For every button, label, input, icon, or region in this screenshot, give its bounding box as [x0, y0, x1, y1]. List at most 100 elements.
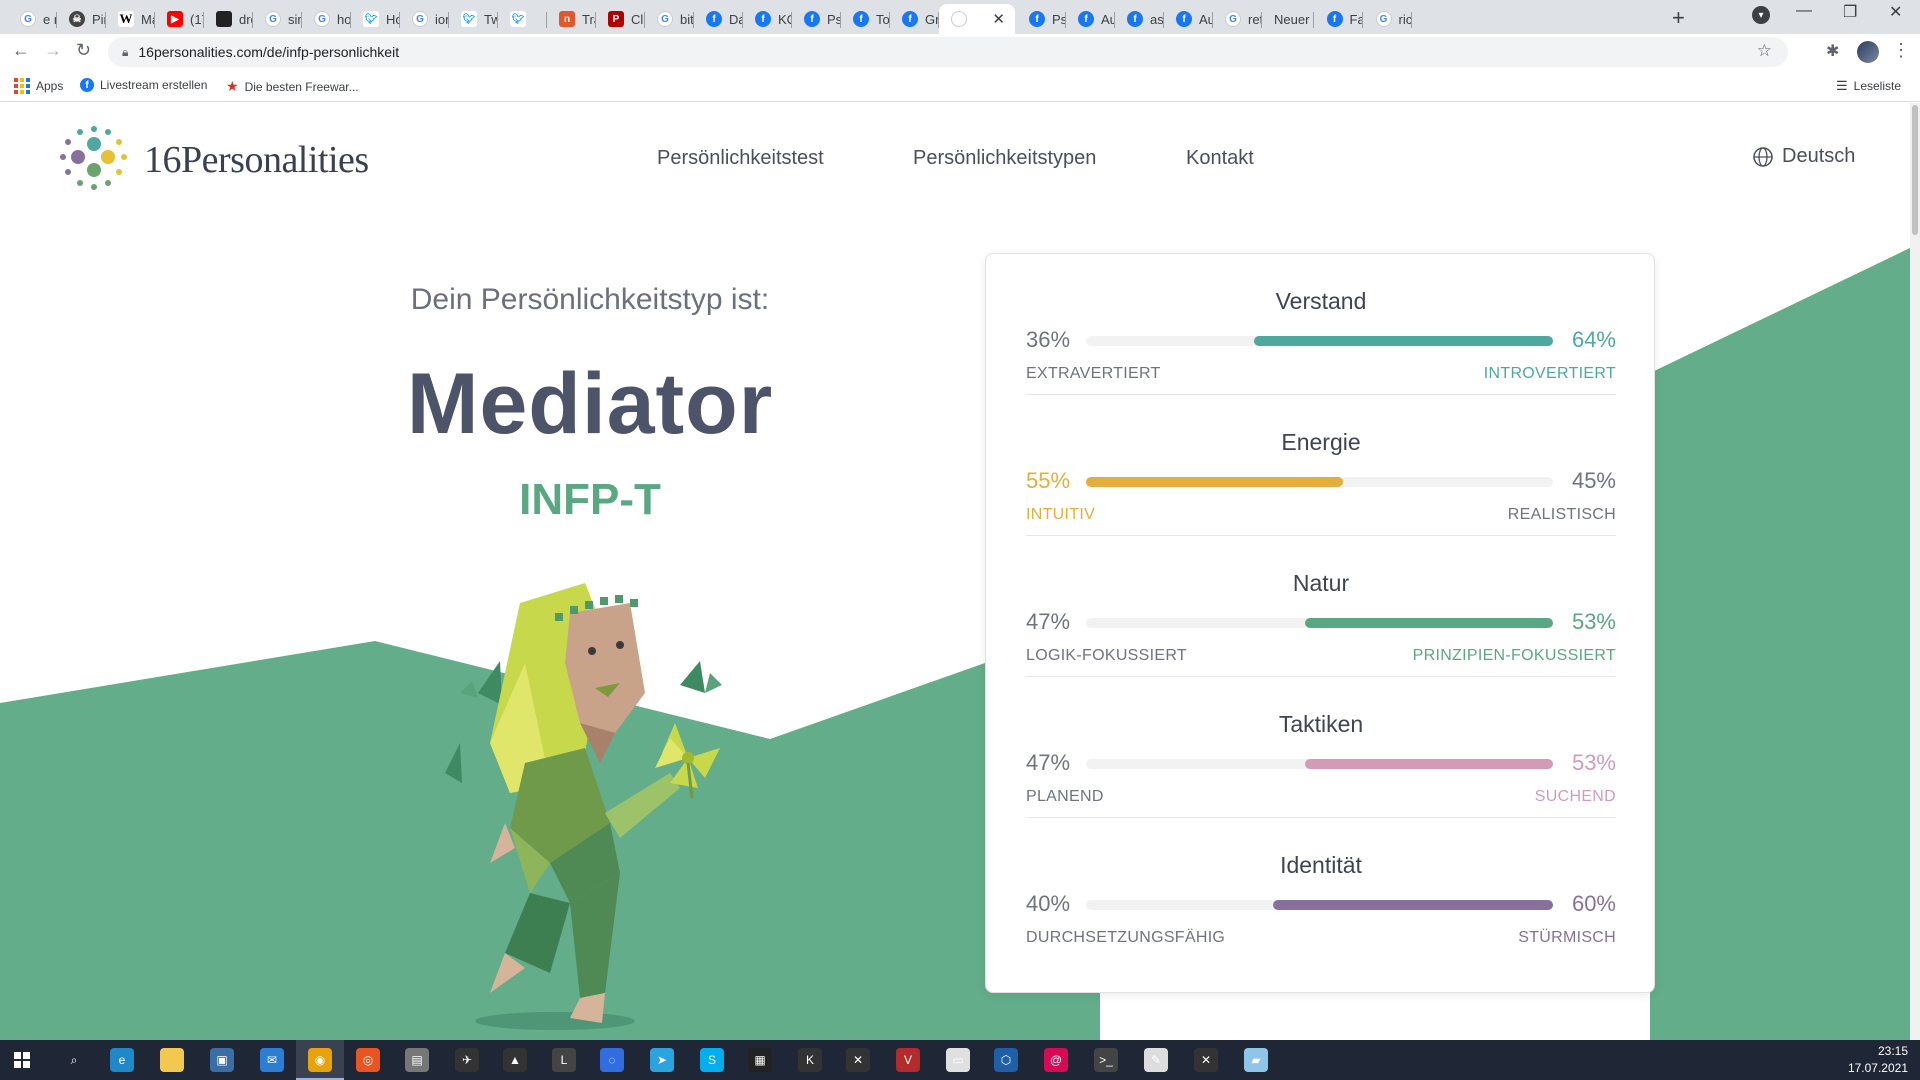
reload-icon[interactable]: ↻: [76, 40, 91, 61]
forward-icon[interactable]: →: [44, 40, 62, 61]
browser-tab[interactable]: 🐦︎ Hor: [351, 4, 400, 34]
game-icon[interactable]: ✈: [455, 1048, 479, 1072]
console-icon[interactable]: >_: [1094, 1048, 1118, 1072]
browser-tab[interactable]: f Fac: [1315, 4, 1363, 34]
browser-tab[interactable]: Gion: [400, 4, 449, 34]
terminal-matrix-icon[interactable]: ▦: [748, 1048, 772, 1072]
browser-tab[interactable]: f Aut: [1066, 4, 1115, 34]
browser-tab[interactable]: f Tor: [841, 4, 890, 34]
reading-list[interactable]: ☰ Leseliste: [1836, 78, 1901, 94]
tab-active[interactable]: • ✕: [939, 4, 1015, 34]
browser-tab[interactable]: Gsim: [253, 4, 302, 34]
live-icon[interactable]: L: [552, 1048, 576, 1072]
nav-personality-test[interactable]: Persönlichkeitstest: [657, 147, 824, 170]
chrome-icon[interactable]: ◉: [308, 1048, 332, 1072]
browser-tab[interactable]: ▶ (17(: [155, 4, 204, 34]
browser-tab[interactable]: W Ma: [106, 4, 155, 34]
orange-icon: n: [559, 11, 575, 27]
browser-tab[interactable]: f Dar: [694, 4, 743, 34]
voicemeeter-icon[interactable]: V: [896, 1048, 920, 1072]
address-bar[interactable]: 🔒︎ 16personalities.com/de/infp-personlic…: [108, 37, 1788, 67]
trait-bar-fill: [1086, 477, 1343, 487]
tab-label: sim: [288, 11, 302, 27]
browser-tab[interactable]: Grich: [1364, 4, 1412, 34]
restore-icon[interactable]: ❐: [1843, 2, 1857, 22]
inkscape-icon[interactable]: ▲: [503, 1048, 527, 1072]
mail-icon[interactable]: ✉: [260, 1048, 284, 1072]
scrollbar-thumb[interactable]: [1912, 105, 1918, 235]
browser-tab[interactable]: f Psy: [792, 4, 841, 34]
close-window-icon[interactable]: ✕: [1889, 2, 1902, 22]
browser-tab[interactable]: fasp: [1115, 4, 1164, 34]
telegram-icon[interactable]: ➤: [650, 1048, 674, 1072]
tab-label: reto: [1248, 11, 1262, 27]
file-explorer-icon[interactable]: [160, 1048, 184, 1072]
kali-icon[interactable]: K: [798, 1048, 822, 1072]
tab-label: Pira: [92, 11, 106, 27]
x-app-icon[interactable]: ✕: [1194, 1048, 1218, 1072]
browser-tab[interactable]: Ge m: [8, 4, 57, 34]
back-icon[interactable]: ←: [12, 40, 30, 61]
close-tab-icon[interactable]: ✕: [992, 10, 1005, 28]
window-app-icon[interactable]: ▭: [946, 1048, 970, 1072]
site-logo[interactable]: 16Personalities: [56, 123, 369, 197]
skype-icon[interactable]: S: [700, 1048, 724, 1072]
browser-tab[interactable]: f Gru: [890, 4, 939, 34]
bookmark-freeware[interactable]: ★ Die besten Freewar...: [226, 78, 359, 95]
windows-start-icon[interactable]: [14, 1052, 30, 1068]
lock-icon[interactable]: 🔒︎: [122, 45, 128, 60]
bookmark-livestream[interactable]: f Livestream erstellen: [80, 78, 207, 92]
browser-tab[interactable]: 🐦︎: [498, 4, 547, 34]
new-tab-icon[interactable]: +: [1672, 5, 1685, 31]
trait-left-percent: 40%: [1026, 891, 1071, 916]
page-scrollbar[interactable]: [1910, 103, 1920, 1040]
extensions-icon[interactable]: ✱: [1826, 41, 1839, 61]
16personalities-icon: •: [951, 11, 967, 27]
browser-tab[interactable]: dro: [204, 4, 253, 34]
edge-icon[interactable]: e: [110, 1048, 134, 1072]
browser-tab[interactable]: ☠ Pira: [57, 4, 106, 34]
menu-icon[interactable]: ⋮: [1892, 40, 1910, 61]
tab-label: Tra: [582, 11, 596, 27]
notes-icon[interactable]: ▰: [1244, 1048, 1268, 1072]
bookmark-label: Livestream erstellen: [100, 78, 208, 92]
star-icon: ★: [226, 78, 239, 94]
ubuntu-icon[interactable]: ◎: [356, 1048, 380, 1072]
system-clock[interactable]: 23:15 17.07.2021: [1848, 1043, 1908, 1077]
tab-search-icon[interactable]: ▾: [1752, 6, 1770, 24]
bookmark-apps[interactable]: Apps: [14, 78, 63, 94]
notepad-icon[interactable]: ✎: [1144, 1048, 1168, 1072]
browser-tab[interactable]: n Tra: [547, 4, 596, 34]
trait-left-percent: 36%: [1026, 327, 1071, 352]
trait-right-label: SUCHEND: [1534, 788, 1616, 805]
trait-title: Energie: [1281, 429, 1361, 455]
browser-tab[interactable]: Gbitt: [645, 4, 694, 34]
minimize-icon[interactable]: —: [1796, 2, 1812, 20]
nav-contact[interactable]: Kontakt: [1186, 147, 1254, 170]
debian-icon[interactable]: @: [1044, 1048, 1068, 1072]
tab-strip: Ge m☠PiraWMa▶(17(droGsimGhor🐦︎HorGion🐦︎T…: [0, 0, 1920, 34]
browser-tab[interactable]: f KO: [743, 4, 792, 34]
browser-tab[interactable]: Ghor: [302, 4, 351, 34]
x-app-icon[interactable]: ✕: [846, 1048, 870, 1072]
browser-tab[interactable]: f Aut: [1164, 4, 1213, 34]
signal-icon[interactable]: ◌: [600, 1048, 624, 1072]
search-icon[interactable]: ⌕: [62, 1048, 86, 1072]
browser-tab[interactable]: P Clir: [596, 4, 645, 34]
pirate-icon: ☠: [69, 11, 85, 27]
tab-label: Psy: [1052, 11, 1066, 27]
virtualbox-icon[interactable]: ⬡: [994, 1048, 1018, 1072]
photo-app-icon[interactable]: ▤: [405, 1048, 429, 1072]
tab-label: asp: [1150, 11, 1164, 27]
store-icon[interactable]: ▣: [210, 1048, 234, 1072]
clock-time: 23:15: [1877, 1044, 1908, 1058]
clock-date: 17.07.2021: [1847, 1061, 1908, 1075]
language-selector[interactable]: Deutsch: [1752, 145, 1855, 168]
browser-tab[interactable]: Neuer T: [1262, 4, 1314, 34]
browser-tab[interactable]: Greto: [1213, 4, 1262, 34]
profile-avatar[interactable]: [1857, 41, 1879, 63]
bookmark-star-icon[interactable]: ☆: [1757, 41, 1772, 61]
nav-personality-types[interactable]: Persönlichkeitstypen: [913, 147, 1096, 170]
browser-tab[interactable]: 🐦︎ Twe: [449, 4, 498, 34]
browser-tab[interactable]: f Psy: [1017, 4, 1066, 34]
